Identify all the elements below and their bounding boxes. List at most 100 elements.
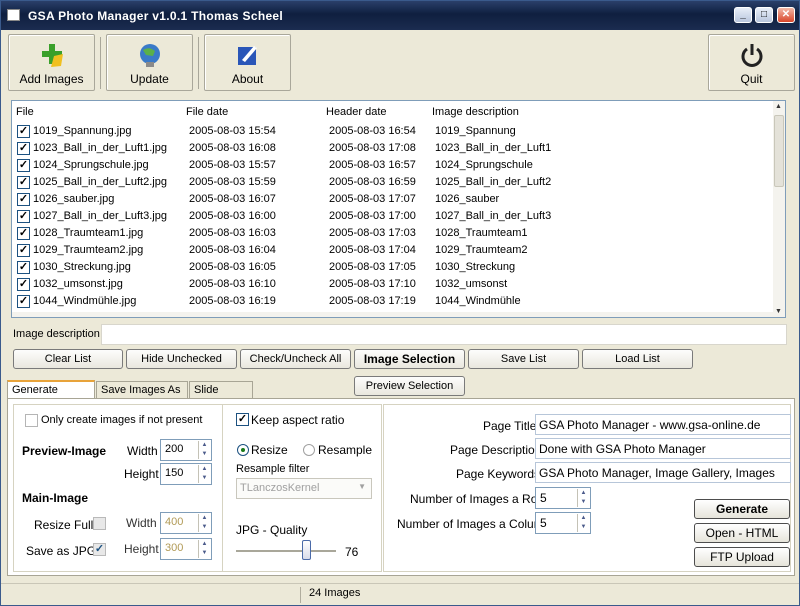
tab-slide-show[interactable]: Slide Show bbox=[189, 381, 253, 412]
stepper-arrows-icon[interactable]: ▲ ▼ bbox=[577, 514, 589, 532]
file-date-cell: 2005-08-03 16:00 bbox=[189, 210, 276, 222]
update-button[interactable]: Update bbox=[106, 34, 193, 91]
images-row-value: 5 bbox=[540, 491, 547, 505]
table-row[interactable]: ✓ 1025_Ball_in_der_Luft2.jpg 2005-08-03 15… bbox=[12, 174, 774, 191]
file-list[interactable]: File File date Header date Image descrip… bbox=[11, 100, 786, 318]
header-date-cell: 2005-08-03 17:10 bbox=[329, 278, 416, 290]
image-description-input[interactable] bbox=[101, 324, 787, 345]
main-width-value: 400 bbox=[165, 516, 184, 528]
page-title-input[interactable]: GSA Photo Manager - www.gsa-online.de bbox=[535, 414, 791, 435]
scroll-up-icon[interactable]: ▲ bbox=[775, 103, 782, 110]
preview-image-heading: Preview-Image bbox=[22, 444, 107, 458]
table-row[interactable]: ✓ 1044_Windmühle.jpg 2005-08-03 16:19 2005-… bbox=[12, 293, 774, 310]
preview-width-stepper[interactable]: 200 ▲ ▼ bbox=[160, 439, 212, 461]
resize-full-checkbox[interactable] bbox=[93, 517, 106, 530]
stepper-arrows-icon[interactable]: ▲ ▼ bbox=[198, 465, 210, 483]
row-checkbox[interactable]: ✓ bbox=[17, 193, 30, 206]
check-uncheck-all-button[interactable]: Check/Uncheck All bbox=[240, 349, 351, 369]
image-selection-button[interactable]: Image Selection bbox=[354, 349, 465, 369]
column-image-description[interactable]: Image description bbox=[432, 106, 519, 118]
images-row-stepper[interactable]: 5 ▲ ▼ bbox=[535, 487, 591, 509]
title-bar[interactable]: GSA Photo Manager v1.0.1 Thomas Scheel _… bbox=[1, 1, 799, 30]
keep-aspect-label: Keep aspect ratio bbox=[251, 413, 345, 427]
main-height-stepper[interactable]: 300 ▲ ▼ bbox=[160, 538, 212, 560]
resample-radio[interactable] bbox=[303, 444, 315, 456]
scroll-down-icon[interactable]: ▼ bbox=[775, 308, 782, 315]
save-as-jpg-checkbox[interactable]: ✓ bbox=[93, 543, 106, 556]
row-checkbox[interactable]: ✓ bbox=[17, 227, 30, 240]
row-checkbox[interactable]: ✓ bbox=[17, 142, 30, 155]
row-checkbox[interactable]: ✓ bbox=[17, 210, 30, 223]
jpg-quality-slider-thumb[interactable] bbox=[301, 540, 311, 560]
row-checkbox[interactable]: ✓ bbox=[17, 176, 30, 189]
images-column-stepper[interactable]: 5 ▲ ▼ bbox=[535, 512, 591, 534]
image-description-label: Image description bbox=[13, 328, 100, 340]
images-column-label: Number of Images a Column bbox=[397, 517, 551, 531]
image-count-status: 24 Images bbox=[309, 587, 361, 599]
scroll-thumb[interactable] bbox=[774, 115, 784, 187]
tab-save-images-as[interactable]: Save Images As bbox=[96, 381, 188, 398]
row-checkbox[interactable]: ✓ bbox=[17, 278, 30, 291]
file-name-cell: 1044_Windmühle.jpg bbox=[33, 295, 137, 307]
generate-button[interactable]: Generate bbox=[694, 499, 790, 519]
jpg-quality-slider-track[interactable] bbox=[236, 550, 336, 552]
maximize-button[interactable]: □ bbox=[755, 7, 773, 23]
page-description-label: Page Description bbox=[450, 443, 542, 457]
quit-button[interactable]: Quit bbox=[708, 34, 795, 91]
hide-unchecked-button[interactable]: Hide Unchecked bbox=[126, 349, 237, 369]
table-row[interactable]: ✓ 1028_Traumteam1.jpg 2005-08-03 16:03 2005… bbox=[12, 225, 774, 242]
stepper-arrows-icon[interactable]: ▲ ▼ bbox=[577, 489, 589, 507]
preview-height-stepper[interactable]: 150 ▲ ▼ bbox=[160, 463, 212, 485]
stepper-arrows-icon[interactable]: ▲ ▼ bbox=[198, 514, 210, 532]
horizontal-scrollbar[interactable] bbox=[12, 312, 774, 317]
page-description-input[interactable]: Done with GSA Photo Manager bbox=[535, 438, 791, 459]
image-description-cell: 1030_Streckung bbox=[435, 261, 516, 273]
resize-full-label: Resize Fulll bbox=[34, 518, 97, 532]
row-checkbox[interactable]: ✓ bbox=[17, 295, 30, 308]
column-header-date[interactable]: Header date bbox=[326, 106, 387, 118]
image-description-cell: 1032_umsonst bbox=[435, 278, 508, 290]
row-checkbox[interactable]: ✓ bbox=[17, 125, 30, 138]
table-row[interactable]: ✓ 1023_Ball_in_der_Luft1.jpg 2005-08-03 16… bbox=[12, 140, 774, 157]
resize-radio[interactable] bbox=[237, 444, 249, 456]
open-html-button[interactable]: Open - HTML bbox=[694, 523, 790, 543]
stepper-arrows-icon[interactable]: ▲ ▼ bbox=[198, 540, 210, 558]
minimize-button[interactable]: _ bbox=[734, 7, 752, 23]
only-create-checkbox[interactable] bbox=[25, 414, 38, 427]
file-date-cell: 2005-08-03 15:57 bbox=[189, 159, 276, 171]
add-images-button[interactable]: Add Images bbox=[8, 34, 95, 91]
load-list-button[interactable]: Load List bbox=[582, 349, 693, 369]
header-date-cell: 2005-08-03 17:08 bbox=[329, 142, 416, 154]
only-create-label: Only create images if not present bbox=[41, 414, 203, 426]
table-row[interactable]: ✓ 1027_Ball_in_der_Luft3.jpg 2005-08-03 16… bbox=[12, 208, 774, 225]
table-row[interactable]: ✓ 1026_sauber.jpg 2005-08-03 16:07 2005-08-… bbox=[12, 191, 774, 208]
table-row[interactable]: ✓ 1030_Streckung.jpg 2005-08-03 16:05 2005-… bbox=[12, 259, 774, 276]
stepper-arrows-icon[interactable]: ▲ ▼ bbox=[198, 441, 210, 459]
keep-aspect-checkbox[interactable]: ✓ bbox=[236, 413, 249, 426]
file-date-cell: 2005-08-03 16:03 bbox=[189, 227, 276, 239]
close-button[interactable]: ✕ bbox=[777, 7, 795, 23]
save-list-button[interactable]: Save List bbox=[468, 349, 579, 369]
column-file[interactable]: File bbox=[16, 106, 34, 118]
file-name-cell: 1025_Ball_in_der_Luft2.jpg bbox=[33, 176, 167, 188]
vertical-scrollbar[interactable]: ▲ ▼ bbox=[773, 101, 785, 317]
table-row[interactable]: ✓ 1024_Sprungschule.jpg 2005-08-03 15:57 20… bbox=[12, 157, 774, 174]
clear-list-button[interactable]: Clear List bbox=[13, 349, 123, 369]
tab-generate-html[interactable]: Generate HTML bbox=[7, 380, 95, 412]
page-keywords-input[interactable]: GSA Photo Manager, Image Gallery, Images bbox=[535, 462, 791, 483]
table-row[interactable]: ✓ 1029_Traumteam2.jpg 2005-08-03 16:04 2005… bbox=[12, 242, 774, 259]
row-checkbox[interactable]: ✓ bbox=[17, 244, 30, 257]
resample-filter-select[interactable]: TLanczosKernel ▼ bbox=[236, 478, 372, 499]
window-title: GSA Photo Manager v1.0.1 Thomas Scheel bbox=[28, 9, 284, 23]
main-width-stepper[interactable]: 400 ▲ ▼ bbox=[160, 512, 212, 534]
table-row[interactable]: ✓ 1019_Spannung.jpg 2005-08-03 15:54 2005-0… bbox=[12, 123, 774, 140]
about-button[interactable]: About bbox=[204, 34, 291, 91]
file-date-cell: 2005-08-03 16:07 bbox=[189, 193, 276, 205]
column-file-date[interactable]: File date bbox=[186, 106, 228, 118]
ftp-upload-button[interactable]: FTP Upload bbox=[694, 547, 790, 567]
table-row[interactable]: ✓ 1032_umsonst.jpg 2005-08-03 16:10 2005-08… bbox=[12, 276, 774, 293]
row-checkbox[interactable]: ✓ bbox=[17, 159, 30, 172]
row-checkbox[interactable]: ✓ bbox=[17, 261, 30, 274]
preview-selection-button[interactable]: Preview Selection bbox=[354, 376, 465, 396]
header-date-cell: 2005-08-03 17:19 bbox=[329, 295, 416, 307]
